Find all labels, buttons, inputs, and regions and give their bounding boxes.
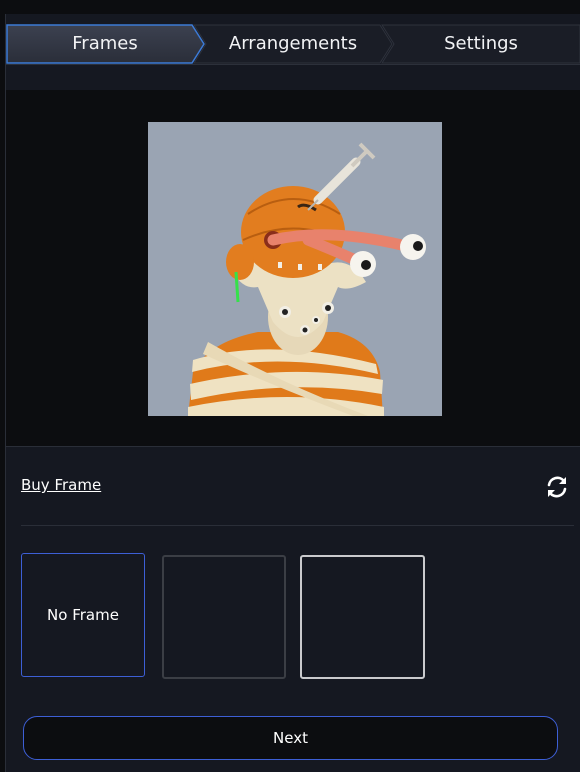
frame-option-dark[interactable]: [162, 555, 286, 679]
preview-divider: [6, 446, 580, 447]
stepper-divider: [6, 64, 580, 65]
frame-editor-panel: Frames Arrangements Settings Buy Frame N…: [5, 14, 580, 772]
frame-option-none[interactable]: No Frame: [21, 553, 145, 677]
nft-artwork-image: [148, 122, 442, 416]
refresh-icon[interactable]: [544, 474, 570, 500]
tab-frames[interactable]: Frames: [6, 24, 204, 64]
next-button[interactable]: Next: [23, 716, 558, 760]
frame-option-label: No Frame: [47, 606, 119, 624]
section-divider: [21, 525, 574, 526]
top-strip: [0, 0, 580, 14]
tab-settings[interactable]: Settings: [382, 24, 580, 64]
tab-arrangements[interactable]: Arrangements: [194, 24, 392, 64]
buy-frame-link[interactable]: Buy Frame: [21, 476, 101, 494]
preview-area: [6, 90, 580, 446]
step-navigation: Frames Arrangements Settings: [6, 24, 580, 64]
frame-option-silver[interactable]: [300, 555, 425, 679]
